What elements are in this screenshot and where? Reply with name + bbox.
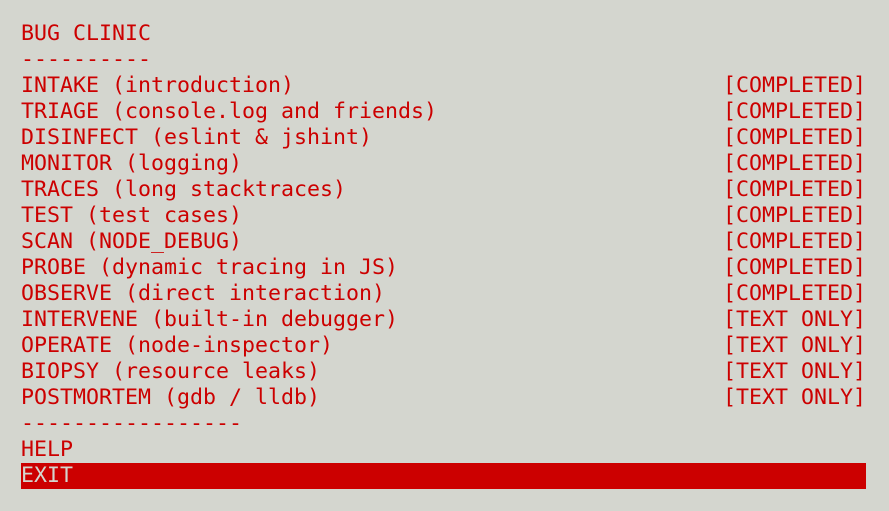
lesson-status: [COMPLETED] (722, 99, 866, 124)
menu-item-observe[interactable]: OBSERVE (direct interaction) [COMPLETED] (21, 281, 866, 307)
lesson-name: OPERATE (node-inspector) (21, 333, 334, 358)
exit-label: EXIT (21, 463, 74, 488)
lesson-name: DISINFECT (eslint & jshint) (21, 125, 373, 150)
lesson-name: TRACES (long stacktraces) (21, 177, 347, 202)
menu-item-test[interactable]: TEST (test cases) [COMPLETED] (21, 203, 866, 229)
help-menu-item[interactable]: HELP (21, 437, 866, 463)
lesson-name: BIOPSY (resource leaks) (21, 359, 321, 384)
title-rule: ---------- (21, 47, 152, 72)
help-label: HELP (21, 437, 74, 462)
menu-item-scan[interactable]: SCAN (NODE_DEBUG) [COMPLETED] (21, 229, 866, 255)
menu-item-monitor[interactable]: MONITOR (logging) [COMPLETED] (21, 151, 866, 177)
lesson-name: PROBE (dynamic tracing in JS) (21, 255, 399, 280)
menu-item-intake[interactable]: INTAKE (introduction) [COMPLETED] (21, 73, 866, 99)
lesson-status: [TEXT ONLY] (722, 307, 866, 332)
lesson-status: [COMPLETED] (722, 177, 866, 202)
menu-item-postmortem[interactable]: POSTMORTEM (gdb / lldb) [TEXT ONLY] (21, 385, 866, 411)
lesson-status: [TEXT ONLY] (722, 359, 866, 384)
lesson-status: [COMPLETED] (722, 255, 866, 280)
lesson-name: INTAKE (introduction) (21, 73, 295, 98)
lesson-status: [COMPLETED] (722, 203, 866, 228)
menu-item-disinfect[interactable]: DISINFECT (eslint & jshint) [COMPLETED] (21, 125, 866, 151)
menu-item-triage[interactable]: TRIAGE (console.log and friends) [COMPLE… (21, 99, 866, 125)
app-title: BUG CLINIC (21, 21, 152, 46)
menu-item-operate[interactable]: OPERATE (node-inspector) [TEXT ONLY] (21, 333, 866, 359)
lesson-name: OBSERVE (direct interaction) (21, 281, 386, 306)
menu-item-probe[interactable]: PROBE (dynamic tracing in JS) [COMPLETED… (21, 255, 866, 281)
lesson-status: [COMPLETED] (722, 281, 866, 306)
menu-item-traces[interactable]: TRACES (long stacktraces) [COMPLETED] (21, 177, 866, 203)
lesson-status: [TEXT ONLY] (722, 333, 866, 358)
lesson-name: INTERVENE (built-in debugger) (21, 307, 399, 332)
lesson-name: TEST (test cases) (21, 203, 243, 228)
lesson-status: [COMPLETED] (722, 73, 866, 98)
lesson-status: [TEXT ONLY] (722, 385, 866, 410)
lesson-status: [COMPLETED] (722, 151, 866, 176)
lesson-status: [COMPLETED] (722, 125, 866, 150)
exit-menu-item[interactable]: EXIT (21, 463, 866, 489)
lesson-name: SCAN (NODE_DEBUG) (21, 229, 243, 254)
lesson-status: [COMPLETED] (722, 229, 866, 254)
terminal-screen: BUG CLINIC ---------- INTAKE (introducti… (21, 21, 866, 489)
menu-item-biopsy[interactable]: BIOPSY (resource leaks) [TEXT ONLY] (21, 359, 866, 385)
lesson-name: TRIAGE (console.log and friends) (21, 99, 438, 124)
menu-item-intervene[interactable]: INTERVENE (built-in debugger) [TEXT ONLY… (21, 307, 866, 333)
lesson-name: POSTMORTEM (gdb / lldb) (21, 385, 321, 410)
lesson-name: MONITOR (logging) (21, 151, 243, 176)
footer-rule: ----------------- (21, 411, 243, 436)
